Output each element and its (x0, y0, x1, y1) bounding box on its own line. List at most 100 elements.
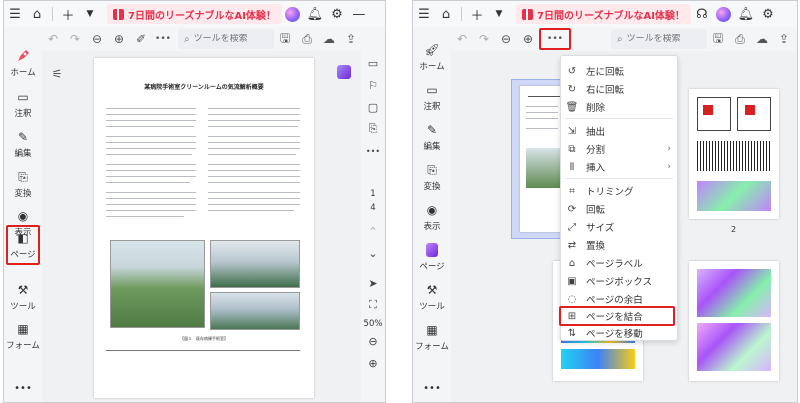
nav-tools[interactable]: ⚒ ツール (415, 277, 449, 317)
pen-icon[interactable]: ✐ (130, 28, 152, 50)
chevron-down-icon[interactable]: ▼ (488, 3, 510, 25)
merge-icon: ⊞ (567, 310, 577, 322)
share-icon[interactable]: ⇪ (340, 28, 362, 50)
zoom-in-icon[interactable]: ⊕ (108, 28, 130, 50)
current-page-number[interactable]: 1 (370, 189, 375, 199)
promo-banner[interactable]: 7日間のリーズナブルなAI体験！ (516, 4, 691, 24)
gear-icon[interactable]: ⚙ (326, 3, 348, 25)
menu-item-insert[interactable]: ⫴ 挿入 › (561, 158, 677, 176)
bookmark-icon[interactable]: ⚐ (363, 75, 383, 95)
chevron-down-icon[interactable]: ▼ (79, 3, 101, 25)
more-dots-icon[interactable]: ••• (363, 141, 383, 161)
menu-item-rotate-right[interactable]: ↻ 右に回転 (561, 80, 677, 98)
nav-tools[interactable]: ⚒ ツール (6, 277, 40, 317)
print-icon[interactable]: ⎙ (729, 28, 751, 50)
redo-icon[interactable]: ↷ (64, 28, 86, 50)
nav-convert[interactable]: ⎘ 変換 (415, 157, 449, 197)
nav-home[interactable]: 🚀︎ ホーム (415, 37, 449, 77)
menu-item-rotate[interactable]: ⟳ 回転 (561, 200, 677, 218)
more-dots-button-highlighted[interactable]: ••• (539, 28, 571, 50)
undo-icon[interactable]: ↶ (451, 28, 473, 50)
headset-icon[interactable]: ☊ (691, 3, 713, 25)
save-icon[interactable]: 🖫︎ (707, 28, 729, 50)
nav-more[interactable]: ••• (415, 367, 449, 402)
main-toolbar: ↶ ↷ ⊖ ⊕ ••• ⌕ 🖫︎ ⎙ ☁ ⇪ (451, 27, 797, 51)
new-tab-plus-icon[interactable]: ＋ (466, 3, 488, 25)
undo-icon[interactable]: ↶ (42, 28, 64, 50)
document-page: 某病院手術室クリーンルームの気流解析概要 【図１ 既存病棟手術室】 (94, 58, 314, 398)
home-icon[interactable]: ⌂ (435, 3, 457, 25)
nav-page-active[interactable]: ページ (415, 237, 449, 277)
tool-search-input[interactable] (193, 34, 266, 44)
nav-comment[interactable]: ▭ 注釈 (6, 84, 40, 124)
thumbnail-icon[interactable]: ▭ (363, 53, 383, 73)
ai-orb-icon[interactable] (282, 3, 304, 25)
nav-edit[interactable]: ✎ 編集 (6, 124, 40, 164)
menu-item-move-page[interactable]: ⇅ ページを移動 (561, 324, 677, 342)
save-icon[interactable]: 🖫︎ (274, 28, 296, 50)
menu-item-rotate-left[interactable]: ↺ 左に回転 (561, 62, 677, 80)
menu-icon[interactable]: ☰ (413, 3, 435, 25)
chevron-down-icon[interactable]: ⌄ (363, 243, 383, 263)
upload-icon[interactable]: ☁ (751, 28, 773, 50)
gift-icon (113, 8, 124, 20)
more-dots-icon: ••• (14, 382, 32, 394)
promo-banner[interactable]: 7日間のリーズナブルなAI体験！ (107, 4, 282, 24)
more-dots-icon[interactable]: ••• (152, 28, 174, 50)
nav-form[interactable]: ▦ フォーム (415, 317, 449, 357)
gear-icon[interactable]: ⚙ (757, 3, 779, 25)
home-rocket-icon (15, 48, 31, 64)
chevron-up-icon[interactable]: ⌃ (363, 221, 383, 241)
print-icon[interactable]: ⎙ (296, 28, 318, 50)
nav-view[interactable]: ◉ 表示 (415, 197, 449, 237)
select-cursor-icon[interactable]: ➤ (363, 273, 383, 293)
menu-item-delete[interactable]: 🗑︎ 削除 (561, 98, 677, 116)
nav-edit[interactable]: ✎ 編集 (415, 117, 449, 157)
zoom-out-icon[interactable]: ⊖ (495, 28, 517, 50)
menu-item-page-box[interactable]: ▣ ページボックス (561, 272, 677, 290)
upload-icon[interactable]: ☁ (318, 28, 340, 50)
zoom-out-icon[interactable]: ⊖ (86, 28, 108, 50)
minimize-icon[interactable]: — (348, 3, 370, 25)
menu-item-merge-pages-highlighted[interactable]: ⊞ ページを結合 (559, 306, 675, 326)
menu-item-replace[interactable]: ⇄ 置換 (561, 236, 677, 254)
bell-icon[interactable]: 🔔︎ (304, 3, 326, 25)
nav-comment[interactable]: ▭ 注釈 (415, 77, 449, 117)
fit-page-icon[interactable]: ⛶ (363, 295, 383, 315)
new-tab-plus-icon[interactable]: ＋ (57, 3, 79, 25)
nav-convert[interactable]: ⎘ 変換 (6, 164, 40, 204)
zoom-in-icon[interactable]: ⊕ (363, 353, 383, 373)
menu-item-split[interactable]: ⧉ 分割 › (561, 140, 677, 158)
operating-room-photo-bottom (210, 292, 300, 330)
nav-more[interactable]: ••• (6, 367, 40, 402)
comment-panel-icon[interactable]: ▢ (363, 97, 383, 117)
menu-item-size[interactable]: ⤢ サイズ (561, 218, 677, 236)
zoom-out-icon[interactable]: ⊖ (363, 331, 383, 351)
rotate-left-icon: ↺ (567, 65, 577, 77)
attachment-icon[interactable]: ⎘ (363, 119, 383, 139)
thumbnail-page-2[interactable] (689, 89, 779, 219)
filter-settings-icon[interactable]: ⚟ (46, 63, 68, 85)
menu-icon[interactable]: ☰ (4, 3, 26, 25)
home-icon[interactable]: ⌂ (26, 3, 48, 25)
nav-home[interactable]: ホーム (6, 43, 40, 83)
nav-form[interactable]: ▦ フォーム (6, 316, 40, 356)
document-view[interactable]: ⚟ 某病院手術室クリーンルームの気流解析概要 【図１ 既存病棟手術室】 (42, 51, 361, 402)
ai-orb-icon[interactable] (713, 3, 735, 25)
redo-icon[interactable]: ↷ (473, 28, 495, 50)
ai-assistant-icon[interactable] (337, 65, 351, 79)
nav-page-highlighted[interactable]: ◧ ページ (6, 225, 40, 265)
share-icon[interactable]: ⇪ (773, 28, 795, 50)
menu-item-extract[interactable]: ⇲ 抽出 (561, 122, 677, 140)
home-rocket-icon: 🚀︎ (424, 43, 440, 57)
menu-item-crop[interactable]: ⌗ トリミング (561, 182, 677, 200)
thumbnail-page-4[interactable] (689, 261, 779, 381)
tool-search-input[interactable] (626, 34, 699, 44)
tool-search[interactable]: ⌕ (611, 29, 707, 49)
menu-item-page-label[interactable]: ⌂ ページラベル (561, 254, 677, 272)
zoom-in-icon[interactable]: ⊕ (517, 28, 539, 50)
menu-separator (565, 178, 673, 179)
zoom-level[interactable]: 50% (364, 319, 383, 329)
tool-search[interactable]: ⌕ (178, 29, 274, 49)
bell-icon[interactable]: 🔔︎ (735, 3, 757, 25)
